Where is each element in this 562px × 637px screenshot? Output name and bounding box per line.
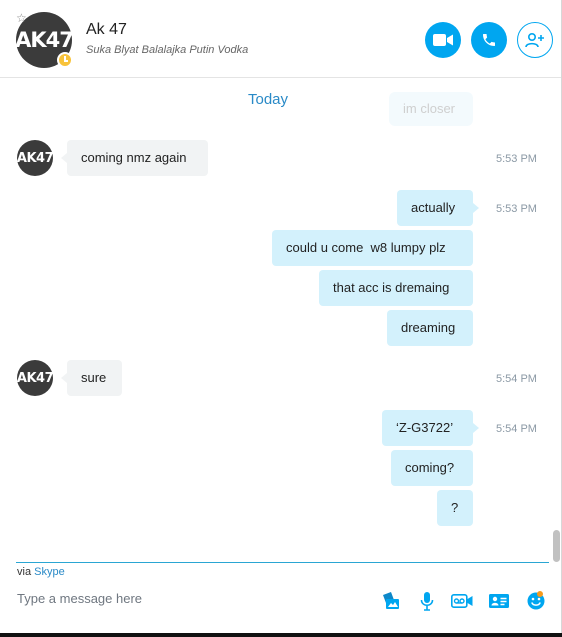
avatar-text: AK47: [16, 150, 54, 166]
message-bubble-incoming[interactable]: sure: [67, 360, 122, 396]
favorite-star-icon[interactable]: ☆: [16, 12, 27, 24]
contact-name[interactable]: Ak 47: [86, 21, 127, 39]
message-bubble-outgoing[interactable]: that acc is dremaing: [319, 270, 473, 306]
contact-card-icon: [489, 594, 509, 608]
video-call-button[interactable]: [425, 22, 461, 58]
notification-dot: [537, 591, 543, 597]
sender-avatar[interactable]: AK47: [16, 140, 54, 176]
via-skype-link[interactable]: Skype: [34, 566, 65, 578]
chat-window: AK47 ☆ Ak 47 Suka Blyat Balalajka Putin …: [0, 0, 562, 637]
message-timestamp: 5:53 PM: [496, 153, 537, 165]
message-timestamp: 5:54 PM: [496, 423, 537, 435]
microphone-icon: [420, 592, 434, 611]
video-camera-icon: [433, 34, 453, 46]
conversation-scrollbar[interactable]: [553, 530, 560, 562]
day-separator: Today: [247, 91, 289, 108]
message-bubble-outgoing[interactable]: coming?: [391, 450, 473, 486]
send-image-button[interactable]: [380, 590, 402, 612]
message-timestamp: 5:54 PM: [496, 373, 537, 385]
message-bubble-outgoing[interactable]: actually: [397, 190, 473, 226]
phone-icon: [483, 34, 495, 46]
audio-message-button[interactable]: [416, 590, 438, 612]
audio-call-button[interactable]: [471, 22, 507, 58]
via-skype-label: via Skype: [17, 566, 65, 578]
contact-mood-message: Suka Blyat Balalajka Putin Vodka: [86, 44, 249, 56]
send-image-icon: [383, 592, 399, 609]
via-prefix: via: [17, 566, 32, 578]
add-people-button[interactable]: [517, 22, 553, 58]
composer-divider: [16, 562, 549, 563]
message-bubble-outgoing[interactable]: dreaming: [387, 310, 473, 346]
avatar-text: AK47: [15, 28, 74, 52]
sender-avatar[interactable]: AK47: [16, 360, 54, 396]
message-bubble-outgoing[interactable]: ?: [437, 490, 473, 526]
chat-header: AK47 ☆ Ak 47 Suka Blyat Balalajka Putin …: [0, 0, 561, 78]
video-message-icon: [451, 594, 473, 608]
video-message-button[interactable]: [451, 590, 473, 612]
message-bubble-outgoing[interactable]: could u come w8 lumpy plz: [272, 230, 473, 266]
message-input[interactable]: Type a message here: [17, 591, 142, 606]
message-bubble-incoming[interactable]: coming nmz again: [67, 140, 208, 176]
avatar-text: AK47: [16, 370, 54, 386]
emoticons-button[interactable]: [525, 590, 547, 612]
away-status-icon: [57, 52, 73, 68]
add-person-icon: [525, 32, 544, 48]
message-timestamp: 5:53 PM: [496, 203, 537, 215]
bubble-tail: [473, 203, 479, 213]
window-bottom-edge: [0, 633, 562, 637]
send-contact-button[interactable]: [488, 590, 510, 612]
bubble-tail: [473, 423, 479, 433]
message-bubble-outgoing[interactable]: ‘Z-G3722’: [382, 410, 473, 446]
